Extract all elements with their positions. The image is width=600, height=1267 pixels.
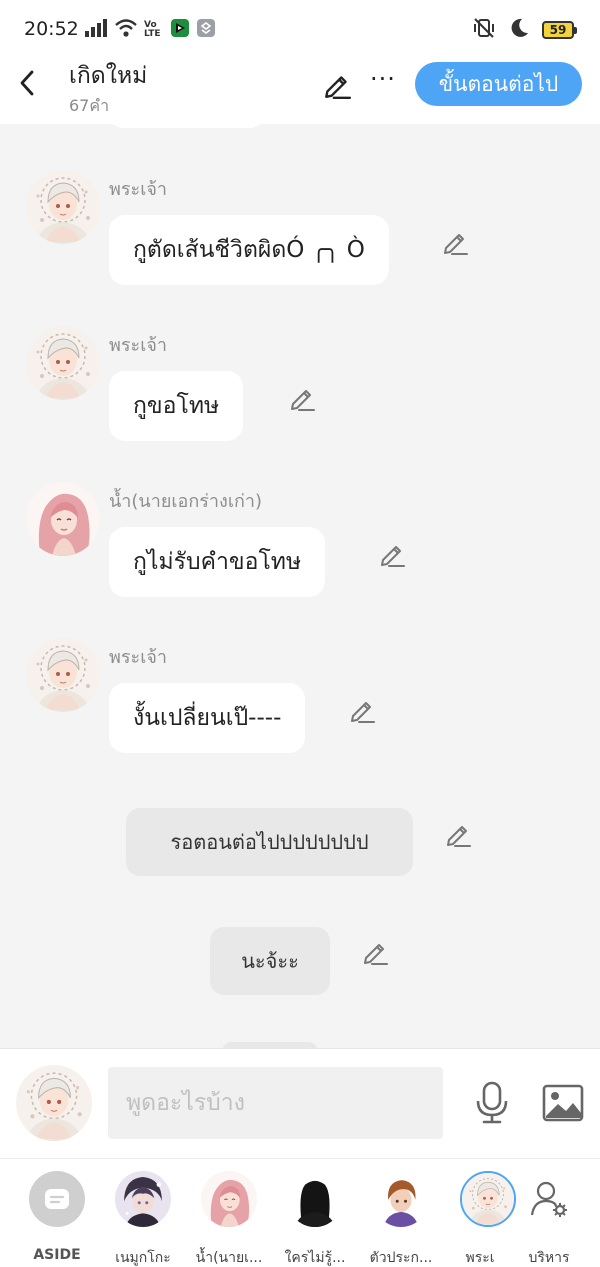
god-avatar[interactable]	[26, 326, 100, 400]
signal-icon	[84, 19, 108, 41]
character-label: ตัวประก...	[369, 1250, 433, 1266]
character-nam[interactable]: น้ำ(นายเ...	[186, 1169, 272, 1267]
app-notification-icon	[170, 18, 190, 42]
edit-message-icon[interactable]	[441, 228, 469, 256]
volte-icon: Vo LTE	[144, 20, 161, 39]
edit-message-icon[interactable]	[348, 696, 376, 724]
dialogue-bubble[interactable]: งั้นเปลี่ยนเป๊----	[109, 683, 306, 753]
page-title: เกิดใหม่	[69, 63, 148, 89]
speaker-name: พระเจ้า	[109, 179, 168, 200]
message-input[interactable]	[108, 1067, 443, 1139]
status-bar: 20:52 Vo LTE 59	[0, 0, 600, 58]
chat-area[interactable]: พระเจ้า กูตัดเส้นชีวิตผิดÓ ╭╮ Ò พระเจ้า …	[0, 124, 600, 1048]
dialogue-bubble[interactable]: กูตัดเส้นชีวิตผิดÓ ╭╮ Ò	[109, 215, 389, 285]
speaker-name: พระเจ้า	[109, 335, 168, 356]
narration-bubble[interactable]: รอตอนต่อไปปปปปปปป	[126, 808, 413, 876]
word-count: 67คำ	[69, 96, 110, 115]
more-options-button[interactable]: ···	[368, 67, 398, 100]
speaker-name: น้ำ(นายเอกร่างเก่า)	[109, 491, 262, 512]
app-notification-icon-2	[196, 18, 216, 42]
character-label: เนมูกโกะ	[115, 1250, 171, 1266]
god-avatar[interactable]	[26, 638, 100, 712]
next-step-button[interactable]: ขั้นตอนต่อไป	[415, 62, 582, 106]
character-label: ASIDE	[33, 1247, 81, 1263]
dialogue-bubble[interactable]: กูขอโทษ	[109, 371, 244, 441]
extra-avatar	[373, 1171, 429, 1227]
nam-avatar	[201, 1171, 257, 1227]
edit-message-icon[interactable]	[288, 384, 316, 412]
status-time: 20:52	[24, 18, 79, 40]
nemuko-avatar	[115, 1171, 171, 1227]
image-icon	[542, 1084, 584, 1122]
previous-bubble-fragment	[109, 124, 264, 128]
edit-message-icon[interactable]	[378, 540, 406, 568]
narration-bubble[interactable]: นะจ้ะะ	[210, 927, 330, 995]
god-avatar[interactable]	[26, 170, 100, 244]
wifi-icon	[114, 18, 138, 42]
dialogue-bubble[interactable]: กูไม่รับคำขอโทษ	[109, 527, 326, 597]
current-speaker-avatar[interactable]	[16, 1065, 92, 1141]
composer	[0, 1048, 600, 1158]
speaker-name: พระเจ้า	[109, 647, 168, 668]
character-nemuko[interactable]: เนมูกโกะ	[100, 1169, 186, 1267]
nam-avatar[interactable]	[26, 482, 100, 556]
status-left-icons: Vo LTE	[84, 18, 216, 42]
vibrate-off-icon	[472, 17, 496, 43]
character-label: ใครไม่รู้...	[284, 1250, 346, 1266]
chat-header: เกิดใหม่ 67คำ ··· ขั้นตอนต่อไป	[0, 58, 600, 124]
character-bar: ASIDE เนมูกโกะ น้ำ(นายเ... ใครไม่รู้... …	[0, 1158, 600, 1267]
status-right-icons: 59	[472, 17, 577, 43]
chevron-left-icon	[20, 70, 34, 96]
microphone-button[interactable]	[472, 1081, 512, 1125]
character-aside[interactable]: ASIDE	[14, 1169, 100, 1263]
character-unknown[interactable]: ใครไม่รู้...	[272, 1169, 358, 1267]
character-label: น้ำ(นายเ...	[195, 1250, 263, 1266]
image-button[interactable]	[541, 1083, 585, 1123]
battery-icon: 59	[542, 21, 577, 39]
manage-icon	[521, 1171, 577, 1227]
manage-characters-button[interactable]: บริหาร	[506, 1169, 592, 1267]
moon-icon	[508, 17, 530, 43]
edit-message-icon[interactable]	[361, 938, 389, 966]
back-button[interactable]	[14, 68, 42, 98]
microphone-icon	[476, 1081, 508, 1124]
character-extra[interactable]: ตัวประก...	[358, 1169, 444, 1267]
unknown-avatar	[287, 1171, 343, 1227]
aside-icon	[29, 1171, 85, 1227]
character-label: บริหาร	[528, 1250, 570, 1266]
edit-message-icon[interactable]	[444, 820, 472, 848]
edit-title-button[interactable]	[322, 70, 352, 100]
pencil-icon	[325, 76, 352, 100]
